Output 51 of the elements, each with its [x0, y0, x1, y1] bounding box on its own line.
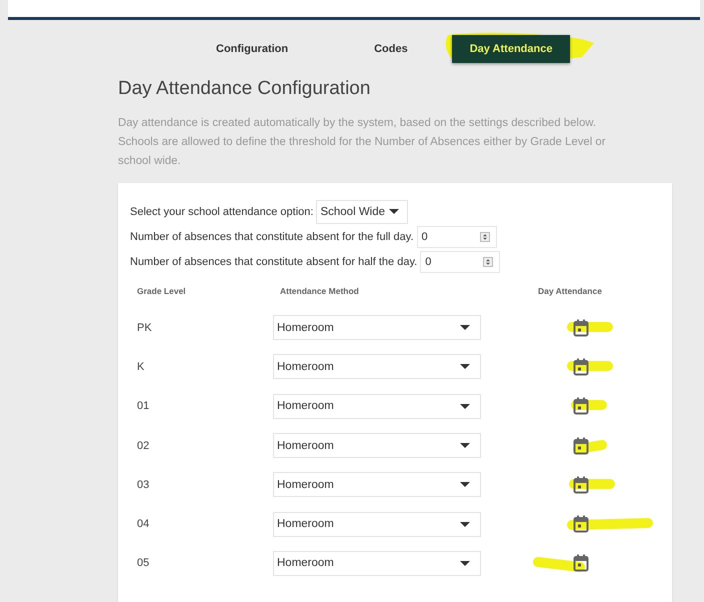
grade-level: PK	[136, 322, 153, 334]
method-select[interactable]: Homeroom	[273, 433, 481, 458]
method-select[interactable]: Homeroom	[273, 354, 481, 380]
setting-label: Number of absences that constitute absent for the full day.	[130, 230, 414, 242]
caret-icon	[460, 404, 470, 409]
setting-label: Number of absences that constitute absent for half the day.	[130, 256, 418, 268]
caret-icon	[389, 209, 400, 214]
calendar-icon[interactable]	[573, 554, 589, 572]
method-select[interactable]: Homeroom	[273, 394, 481, 419]
number-field[interactable]: 0	[416, 226, 497, 248]
highlight-mark	[573, 438, 607, 455]
option-select[interactable]: School Wide	[316, 200, 408, 224]
calendar-icon[interactable]	[573, 318, 589, 337]
grade-level: 04	[136, 518, 150, 530]
highlight-mark	[533, 556, 585, 574]
calendar-icon[interactable]	[573, 476, 589, 494]
calendar-icon[interactable]	[573, 397, 589, 416]
number-field[interactable]: 0	[420, 250, 500, 272]
highlight-mark	[571, 399, 607, 412]
highlight-mark	[569, 478, 615, 490]
method-select[interactable]: Homeroom	[273, 472, 481, 498]
highlight-mark	[567, 360, 613, 372]
caret-icon	[460, 325, 470, 330]
grade-level: 03	[136, 478, 150, 491]
calendar-icon[interactable]	[573, 515, 589, 534]
page-title: Day Attendance Configuration	[118, 78, 372, 100]
grade-level: 01	[136, 400, 150, 412]
grade-level: K	[136, 360, 146, 373]
grade-level: 02	[136, 440, 150, 452]
method-select[interactable]: Homeroom	[273, 512, 481, 537]
method-select[interactable]: Homeroom	[273, 315, 481, 340]
column-header: Day Attendance	[537, 286, 603, 296]
caret-icon	[460, 522, 470, 527]
highlight-mark	[567, 320, 613, 333]
description: Day attendance is created automatically by the system, based on the settings described below. Schools are allowed to define the threshold for the Number of Absences either by Grade Level or school wide.	[118, 116, 607, 169]
column-header: Attendance Method	[279, 286, 360, 296]
caret-icon	[460, 560, 470, 566]
caret-icon	[460, 482, 470, 488]
tab[interactable]: Configuration	[204, 35, 300, 63]
tab[interactable]: Day Attendance	[452, 35, 570, 63]
column-header: Grade Level	[136, 286, 187, 296]
calendar-icon[interactable]	[573, 358, 589, 376]
calendar-icon[interactable]	[573, 436, 589, 455]
spinner-icon	[483, 256, 494, 266]
grade-level: 05	[136, 557, 150, 570]
method-select[interactable]: Homeroom	[273, 550, 481, 576]
setting-label: Select your school attendance option:	[130, 206, 314, 218]
spinner-icon	[480, 232, 490, 242]
tab[interactable]: Codes	[362, 35, 420, 63]
caret-icon	[460, 364, 470, 370]
caret-icon	[460, 443, 470, 448]
